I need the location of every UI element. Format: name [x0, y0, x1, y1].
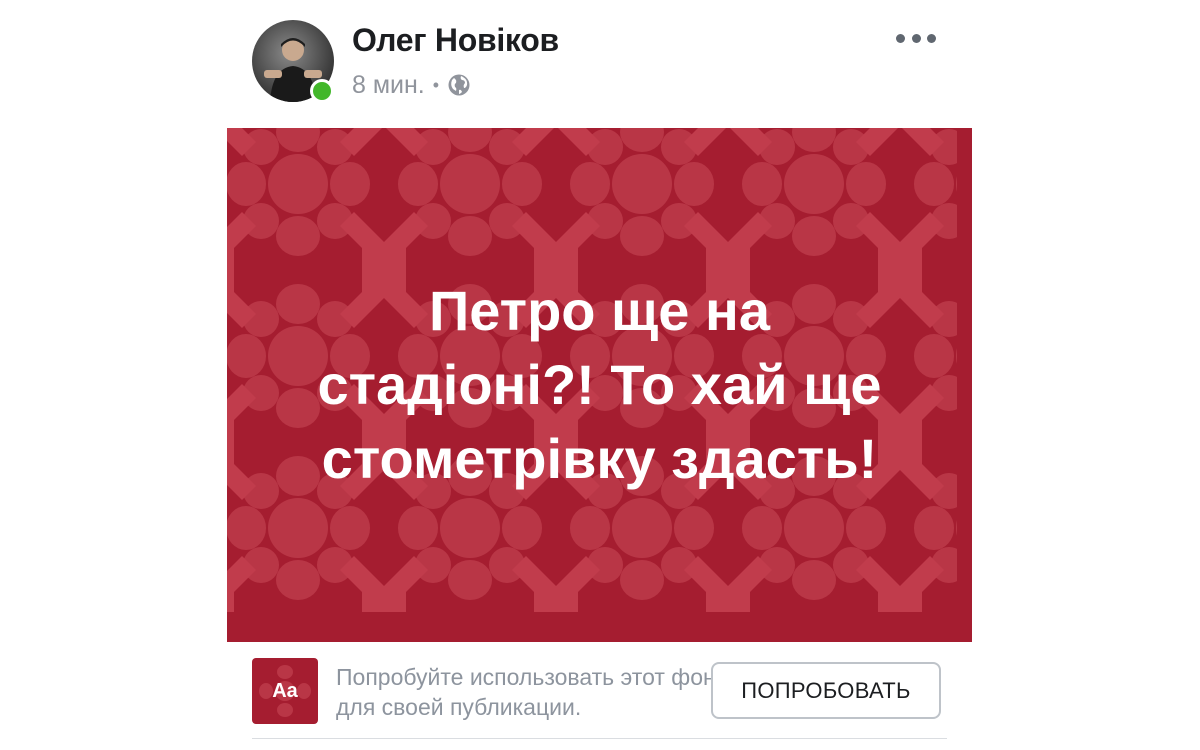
more-options-icon[interactable]: [896, 26, 936, 50]
try-background-prompt: Попробуйте использовать этот фон для сво…: [336, 664, 716, 720]
try-background-button[interactable]: ПОПРОБОВАТЬ: [711, 662, 941, 719]
bottom-divider: [252, 738, 947, 739]
feed-post: Олег Новіков 8 мин. • Петро ще на стадіо…: [0, 0, 1200, 750]
post-meta: 8 мин. •: [352, 70, 471, 100]
try-background-bar: Aa Попробуйте использовать этот фон для …: [252, 656, 947, 738]
meta-separator: •: [432, 74, 440, 95]
thumbnail-label: Aa: [272, 679, 298, 702]
online-status-indicator: [310, 79, 334, 103]
colored-background-post: Петро ще на стадіоні?! То хай ще стометр…: [227, 128, 972, 642]
post-time[interactable]: 8 мин.: [352, 71, 425, 100]
author-name[interactable]: Олег Новіков: [352, 22, 559, 59]
globe-icon[interactable]: [447, 73, 471, 97]
background-thumbnail[interactable]: Aa: [252, 658, 318, 724]
post-text: Петро ще на стадіоні?! То хай ще стометр…: [317, 279, 882, 490]
